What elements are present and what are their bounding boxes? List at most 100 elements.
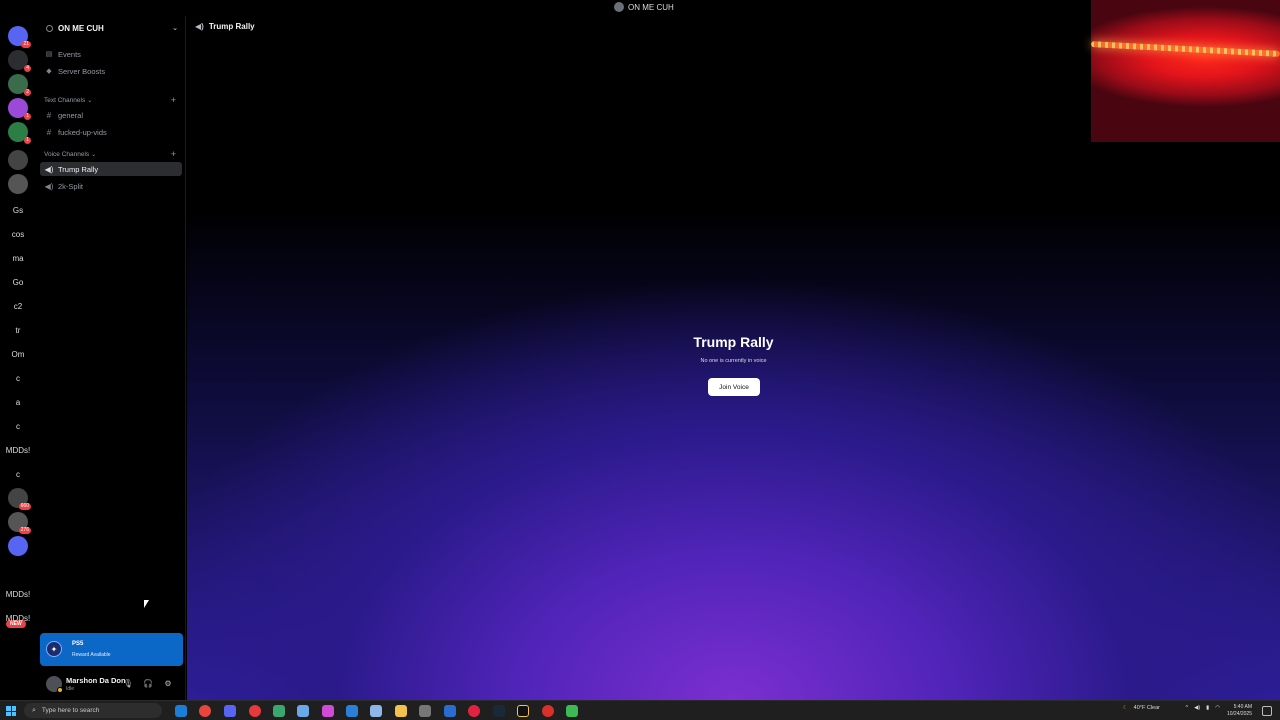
notification-icon[interactable]: [1262, 706, 1272, 716]
server-icon[interactable]: a: [8, 392, 28, 412]
server-rail: NEW 21 4 2 1 1 Gs cos ma Go c2 tr Om c a c MDDs! c 660 276…: [0, 16, 36, 700]
guild-header[interactable]: ON ME CUH ⌄: [36, 16, 186, 40]
app-icon[interactable]: [566, 705, 578, 717]
server-icon[interactable]: c: [8, 464, 28, 484]
add-channel-icon[interactable]: +: [171, 149, 176, 159]
app-icon[interactable]: [297, 705, 309, 717]
app-icon[interactable]: [346, 705, 358, 717]
voice-channel-2k-split[interactable]: ◀) 2k-Split: [40, 179, 182, 193]
app-icon[interactable]: [444, 705, 456, 717]
server-icon[interactable]: c: [8, 416, 28, 436]
channel-label: 2k-Split: [58, 181, 84, 191]
user-status: Idle: [66, 686, 75, 692]
server-icon[interactable]: MDDs!: [6, 584, 30, 604]
server-icon: [614, 2, 624, 12]
events-label: Events: [58, 49, 81, 59]
windows-start-icon[interactable]: [6, 706, 16, 716]
copilot-icon[interactable]: [322, 705, 334, 717]
channel-label: general: [58, 110, 84, 120]
join-voice-button[interactable]: Join Voice: [708, 378, 760, 396]
edge-icon[interactable]: [175, 705, 187, 717]
server-label: c: [16, 421, 20, 431]
server-boosts-label: Server Boosts: [58, 66, 106, 76]
app-icon[interactable]: [517, 705, 529, 717]
server-label: Gs: [12, 205, 24, 215]
server-icon[interactable]: cos: [8, 224, 28, 244]
server-icon[interactable]: 660: [8, 488, 31, 510]
channel-general[interactable]: # general: [40, 108, 182, 122]
channel-sidebar: ON ME CUH ⌄ ▤ Events ◆ Server Boosts Tex…: [36, 16, 186, 700]
app-icon[interactable]: [542, 705, 554, 717]
app-icon[interactable]: [468, 705, 480, 717]
server-icon[interactable]: Om: [8, 344, 28, 364]
idle-status-dot: [57, 687, 63, 693]
server-icon[interactable]: 276: [8, 512, 31, 534]
discord-icon[interactable]: [224, 705, 236, 717]
server-icon[interactable]: 4: [8, 50, 31, 72]
server-icon[interactable]: [8, 150, 28, 170]
stage-title: Trump Rally: [693, 334, 774, 350]
app-icon[interactable]: [273, 705, 285, 717]
user-panel: Marshon Da Don Idle 🎙 🎧 ⚙: [36, 669, 186, 699]
server-icon[interactable]: 1: [8, 122, 31, 144]
taskbar-clock[interactable]: 5:40 AM 10/24/2025: [1227, 704, 1252, 718]
clock-time: 5:40 AM: [1233, 704, 1252, 710]
server-label: tr: [15, 325, 21, 335]
opera-icon[interactable]: [249, 705, 261, 717]
steam-icon[interactable]: [493, 705, 505, 717]
mention-badge: 1: [24, 113, 31, 120]
volume-icon[interactable]: ◀): [1194, 705, 1200, 711]
server-icon[interactable]: 1: [8, 98, 31, 120]
boost-icon: ◆: [46, 68, 52, 75]
microphone-icon[interactable]: 🎙: [122, 678, 134, 690]
playstation-icon: ✦: [46, 641, 62, 657]
settings-icon[interactable]: [419, 705, 431, 717]
gear-icon[interactable]: ⚙: [162, 678, 174, 690]
username: Marshon Da Don: [66, 676, 126, 685]
reward-brand: PS5: [72, 641, 84, 647]
server-label: MDDs!: [5, 613, 31, 623]
chevron-down-icon: ⌄: [172, 25, 178, 32]
server-icon[interactable]: c2: [8, 296, 28, 316]
file-explorer-icon[interactable]: [395, 705, 407, 717]
server-label: cos: [11, 229, 25, 239]
avatar[interactable]: [46, 676, 63, 693]
server-icon[interactable]: [8, 174, 28, 194]
taskbar-search[interactable]: ⌕ Type here to search: [24, 703, 162, 718]
server-icon[interactable]: c: [8, 368, 28, 388]
events-link[interactable]: ▤ Events: [44, 47, 180, 61]
headphones-icon[interactable]: 🎧: [142, 678, 154, 690]
server-icon[interactable]: ma: [8, 248, 28, 268]
server-icon[interactable]: Go: [8, 272, 28, 292]
voice-channels-category[interactable]: Voice Channels ⌄ +: [44, 148, 180, 160]
speaker-icon: ◀): [44, 181, 54, 191]
server-icon[interactable]: [8, 536, 28, 556]
server-label: a: [15, 397, 21, 407]
weather-widget[interactable]: ☾ 40°F Clear: [1123, 705, 1160, 711]
chrome-icon[interactable]: [199, 705, 211, 717]
system-tray[interactable]: ^ ◀) ▮ ◠: [1186, 705, 1221, 711]
voice-channel-trump-rally[interactable]: ◀) Trump Rally: [40, 162, 182, 176]
text-channels-category[interactable]: Text Channels ⌄ +: [44, 94, 180, 106]
server-icon[interactable]: Gs: [8, 200, 28, 220]
guild-status-icon: [46, 24, 53, 32]
server-icon[interactable]: 2: [8, 74, 31, 96]
server-label: ma: [12, 253, 24, 263]
network-icon[interactable]: ◠: [1215, 705, 1220, 711]
guild-name: ON ME CUH: [58, 23, 104, 33]
channel-fucked-up-vids[interactable]: # fucked-up-vids: [40, 125, 182, 139]
server-icon[interactable]: 21: [8, 26, 31, 48]
add-channel-icon[interactable]: +: [171, 95, 176, 105]
reward-banner[interactable]: ✦ PS5 Reward Available: [40, 633, 183, 666]
mouse-cursor: [144, 600, 149, 608]
chevron-down-icon: ⌄: [91, 151, 97, 158]
server-icon[interactable]: MDDs!: [5, 608, 31, 628]
server-icon[interactable]: tr: [8, 320, 28, 340]
app-icon[interactable]: [370, 705, 382, 717]
server-icon[interactable]: MDDs!: [6, 440, 30, 460]
chevron-up-icon[interactable]: ^: [1186, 705, 1189, 711]
mention-badge: 21: [21, 41, 31, 48]
hash-icon: #: [46, 127, 52, 137]
battery-icon[interactable]: ▮: [1206, 705, 1209, 711]
server-boosts-link[interactable]: ◆ Server Boosts: [44, 64, 180, 78]
